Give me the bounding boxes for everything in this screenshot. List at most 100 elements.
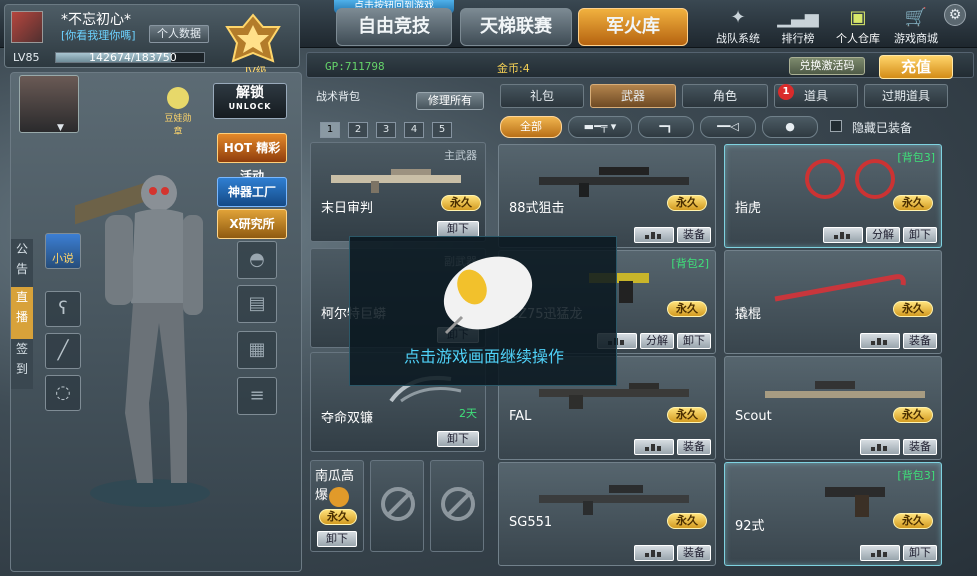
character-portrait[interactable] — [19, 75, 79, 133]
avatar[interactable] — [11, 11, 43, 43]
vest-slot-icon[interactable]: ▦ — [237, 331, 277, 369]
filter-all[interactable]: 全部 — [500, 116, 562, 138]
player-name: *不忘初心* — [61, 12, 131, 28]
continue-message: 点击游戏画面继续操作 — [403, 347, 564, 366]
team-system-button[interactable]: ✦ 战队系统 — [706, 6, 770, 46]
spray-can-icon[interactable]: ╱ — [45, 333, 81, 369]
chevron-down-icon[interactable]: ▼ — [57, 123, 64, 133]
system-button-label: 游戏商城 — [894, 32, 938, 45]
continue-overlay[interactable]: 点击游戏画面继续操作 — [349, 236, 617, 386]
filter-knife-icon[interactable]: ━━◁ — [700, 116, 756, 138]
teddy-bear-icon[interactable]: ʕ — [45, 291, 81, 327]
stats-button[interactable] — [634, 227, 674, 243]
unequip-button[interactable]: 卸下 — [903, 545, 937, 561]
character-model — [75, 175, 210, 507]
shop-button[interactable]: 🛒 游戏商城 — [884, 6, 948, 46]
accessory-slot-icon[interactable]: ≡ — [237, 377, 277, 415]
pumpkin-grenade-icon — [329, 487, 349, 507]
backpack-page-5[interactable]: 5 — [432, 122, 452, 138]
notification-badge: 1 — [778, 84, 794, 100]
stats-button[interactable] — [860, 333, 900, 349]
gold-amount: 金币:4 — [497, 62, 530, 75]
gear-icon[interactable]: ⚙ — [944, 4, 966, 26]
item-name: Scout — [735, 409, 772, 424]
item-actions: 装备 — [634, 227, 711, 243]
unequip-button[interactable]: 卸下 — [677, 333, 711, 349]
currency-bar: GP:711798 金币:4 兑换激活码 充值 — [306, 52, 974, 79]
primary-weapon-slot[interactable]: 主武器 末日审判 永久 卸下 — [310, 142, 486, 242]
unequip-button[interactable]: 卸下 — [437, 221, 479, 237]
warehouse-button[interactable]: ▣ 个人仓库 — [826, 6, 890, 46]
permanent-tag: 永久 — [893, 301, 933, 317]
x-lab-button[interactable]: X研究所 — [217, 209, 287, 239]
no-entry-icon — [441, 487, 475, 521]
filter-pistol-icon[interactable]: ━┓ — [638, 116, 694, 138]
filter-rifle-icon[interactable]: ▬━╤ ▾ — [568, 116, 632, 138]
accessory-slot-icon[interactable]: ◌ — [45, 375, 81, 411]
item-actions: 装备 — [634, 439, 711, 455]
backpack-page-4[interactable]: 4 — [404, 122, 424, 138]
item-card[interactable]: 撬棍 永久 装备 — [724, 250, 942, 354]
dismantle-button[interactable]: 分解 — [866, 227, 900, 243]
stats-button[interactable] — [860, 545, 900, 561]
item-card[interactable]: [背包3] 92式 永久 卸下 — [724, 462, 942, 566]
permanent-tag: 永久 — [667, 513, 707, 529]
category-weapons[interactable]: 武器 — [590, 84, 676, 108]
item-card[interactable]: SG551 永久 装备 — [498, 462, 716, 566]
ranking-icon: ▁▃▅ — [777, 7, 819, 28]
personal-data-button[interactable]: 个人数据 — [149, 25, 209, 43]
rank-badge-icon — [225, 13, 281, 63]
tab-announcement[interactable]: 公告 — [11, 239, 33, 287]
helmet-slot-icon[interactable]: ◓ — [237, 241, 277, 279]
unequip-button[interactable]: 卸下 — [317, 531, 357, 547]
equip-button[interactable]: 装备 — [677, 439, 711, 455]
equip-button[interactable]: 装备 — [677, 545, 711, 561]
tab-ladder-league[interactable]: 天梯联赛 — [460, 8, 572, 46]
stats-button[interactable] — [634, 439, 674, 455]
permanent-tag: 永久 — [893, 195, 933, 211]
item-card[interactable]: Scout 永久 装备 — [724, 356, 942, 460]
category-gift-pack[interactable]: 礼包 — [500, 84, 584, 108]
unequip-button[interactable]: 卸下 — [903, 227, 937, 243]
filter-grenade-icon[interactable]: ● — [762, 116, 818, 138]
unequip-button[interactable]: 卸下 — [437, 431, 479, 447]
tab-checkin[interactable]: 签到 — [11, 339, 33, 389]
slot-novel[interactable]: 小说 — [45, 233, 81, 269]
ranking-button[interactable]: ▁▃▅ 排行榜 — [766, 6, 830, 46]
unlock-label: 解锁 — [236, 85, 264, 101]
backpack-page-3[interactable]: 3 — [376, 122, 396, 138]
dismantle-button[interactable]: 分解 — [640, 333, 674, 349]
item-card[interactable]: 88式狙击 永久 装备 — [498, 144, 716, 248]
equip-button[interactable]: 装备 — [903, 333, 937, 349]
hot-events-button[interactable]: HOT 精彩活动 — [217, 133, 287, 183]
redeem-code-button[interactable]: 兑换激活码 — [789, 57, 865, 75]
backpack-tag: [背包2] — [671, 257, 709, 270]
weapon-name: 末日审判 — [321, 201, 374, 216]
item-name: 88式狙击 — [509, 201, 565, 216]
category-characters[interactable]: 角色 — [682, 84, 768, 108]
backpack-page-2[interactable]: 2 — [348, 122, 368, 138]
permanent-tag: 永久 — [893, 513, 933, 529]
side-tab-label: 直播 — [15, 290, 28, 324]
item-card[interactable]: [背包3] 指虎 永久 分解 卸下 — [724, 144, 942, 248]
repair-all-button[interactable]: 修理所有 — [416, 92, 484, 110]
equip-button[interactable]: 装备 — [677, 227, 711, 243]
rifle-icon — [331, 169, 461, 193]
grenade-slot[interactable]: 南瓜高爆 永久 卸下 — [310, 460, 364, 552]
topup-button[interactable]: 充值 — [879, 55, 953, 79]
hide-equipped-checkbox[interactable] — [830, 120, 842, 132]
armor-slot-icon[interactable]: ▤ — [237, 285, 277, 323]
tab-free-battle[interactable]: 自由竞技 — [336, 8, 452, 46]
tab-arsenal[interactable]: 军火库 — [578, 8, 688, 46]
empty-slot — [430, 460, 484, 552]
artifact-factory-button[interactable]: 神器工厂 — [217, 177, 287, 207]
stats-button[interactable] — [860, 439, 900, 455]
stats-button[interactable] — [634, 545, 674, 561]
medal[interactable]: 豆娃勋章 — [163, 87, 193, 137]
stats-button[interactable] — [823, 227, 863, 243]
backpack-page-1[interactable]: 1 — [320, 122, 340, 138]
unlock-button[interactable]: 解锁 UNLOCK — [213, 83, 287, 119]
tab-live[interactable]: 直播 — [11, 287, 33, 339]
equip-button[interactable]: 装备 — [903, 439, 937, 455]
category-expired-items[interactable]: 过期道具 — [864, 84, 948, 108]
